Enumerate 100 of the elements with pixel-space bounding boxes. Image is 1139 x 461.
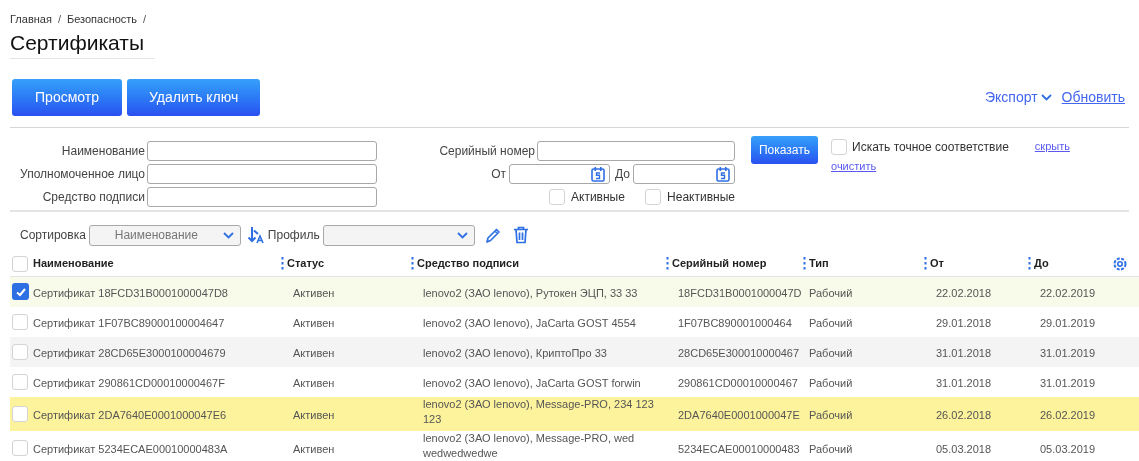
show-button[interactable]: Показать — [751, 135, 818, 164]
table-cell-text: Активен — [293, 407, 335, 423]
breadcrumb-link[interactable]: Главная — [10, 11, 52, 28]
table-cell-text: 18FCD31B0001000047D — [678, 285, 802, 301]
input-field[interactable] — [537, 140, 735, 161]
checkbox[interactable] — [12, 373, 28, 390]
table-cell-text: Активен — [293, 315, 335, 331]
table-cell-text: Сертификат 28CD65E3000100004679 — [33, 345, 226, 361]
action-button[interactable]: Удалить ключ — [127, 78, 261, 116]
page-title: Сертификаты — [10, 29, 155, 59]
checkbox-label: Неактивные — [667, 188, 735, 206]
sort-select[interactable]: Наименование — [88, 224, 241, 246]
checkbox-label: Искать точное соответствие — [852, 138, 1009, 156]
table-cell-text: Рабочий — [809, 441, 853, 457]
table-cell-text: 31.01.2018 — [936, 345, 992, 361]
column-resize-handle[interactable] — [411, 257, 414, 270]
table-cell-text: lenovo2 (ЗАО lenovo), JaCarta GOST 4554 — [423, 315, 637, 331]
checkbox[interactable] — [549, 188, 565, 205]
column-resize-handle[interactable] — [924, 257, 927, 270]
checkbox[interactable] — [12, 343, 28, 360]
refresh-link[interactable]: Обновить — [1061, 86, 1125, 108]
table-cell-text: 1F07BC890001000464 — [678, 315, 792, 331]
settings-icon[interactable] — [1112, 255, 1128, 272]
table-cell-text: 5234ECAE00010000483 — [678, 441, 800, 457]
column-resize-handle[interactable] — [666, 257, 669, 270]
checkbox[interactable] — [12, 405, 28, 422]
column-header[interactable]: Серийный номер — [672, 255, 767, 272]
profile-select[interactable] — [322, 224, 475, 246]
table-cell-text: 05.03.2018 — [936, 441, 992, 457]
table-cell-text: Сертификат 5234ECAE00010000483A — [33, 441, 228, 457]
column-resize-handle[interactable] — [803, 257, 806, 270]
checkbox-label: Активные — [571, 188, 625, 206]
table-cell-text: 31.01.2018 — [936, 375, 992, 391]
date-field[interactable] — [509, 163, 611, 184]
table-cell-text: Сертификат 2DA7640E0001000047E6 — [33, 407, 227, 423]
table-cell-text: lenovo2 (ЗАО lenovo), Message-PRO, 234 123 123 — [423, 397, 655, 427]
caret-icon — [1040, 93, 1052, 101]
table-cell-text: Активен — [293, 375, 335, 391]
clear-link[interactable]: очистить — [831, 157, 1070, 174]
table-cell-text: lenovo2 (ЗАО lenovo), Рутокен ЭЦП, 33 33 — [423, 285, 639, 301]
checkbox[interactable] — [12, 283, 29, 300]
table-cell-text: 26.02.2018 — [936, 407, 992, 423]
calendar-icon[interactable] — [591, 166, 606, 182]
column-header[interactable]: Статус — [287, 255, 325, 272]
input-field[interactable] — [147, 163, 377, 184]
input-field[interactable] — [147, 186, 377, 207]
column-header[interactable]: До — [1034, 255, 1049, 272]
table-cell-text: Рабочий — [809, 407, 853, 423]
checkbox[interactable] — [12, 255, 28, 272]
table-cell-text: 290861CD00010000467 — [678, 375, 798, 391]
table-row[interactable]: Сертификат 28CD65E3000100004679 Активен lenovo2 (ЗАО lenovo), КриптоПро 33 28CD65E300010000467 Рабочий 31.01.2018 31.01.2019 — [10, 336, 1139, 367]
action-button[interactable]: Просмотр — [12, 78, 122, 116]
table-cell-text: Рабочий — [809, 375, 853, 391]
table-cell-text: 29.01.2019 — [1040, 315, 1096, 331]
table-cell-text: lenovo2 (ЗАО lenovo), КриптоПро 33 — [423, 345, 608, 361]
table-cell-text: Сертификат 290861CD00010000467F — [33, 375, 225, 391]
calendar-icon[interactable] — [716, 166, 730, 182]
table-row[interactable]: Сертификат 2DA7640E0001000047E6 Активен lenovo2 (ЗАО lenovo), Message-PRO, 234 123 123 2DA7640E0001000047E Рабочий 26.02.2018 26.02.2019 — [10, 396, 1139, 431]
profile-label: Профиль — [267, 227, 320, 244]
table-cell-text: 31.01.2019 — [1040, 345, 1096, 361]
input-field[interactable] — [147, 140, 377, 161]
field-label: Наименование — [61, 142, 145, 160]
breadcrumb-link[interactable]: Безопасность — [66, 11, 138, 28]
table-cell-text: 05.03.2019 — [1040, 441, 1096, 457]
delete-icon[interactable] — [512, 226, 529, 244]
table-cell-text: Сертификат 18FCD31B0001000047D8 — [33, 285, 228, 301]
edit-icon[interactable] — [484, 226, 501, 244]
hide-link[interactable]: скрыть — [1034, 138, 1070, 155]
column-header[interactable]: Наименование — [33, 255, 114, 272]
checkbox[interactable] — [831, 138, 847, 155]
field-label: Средство подписи — [42, 188, 145, 206]
breadcrumb-separator: / — [143, 12, 147, 27]
date-field[interactable] — [633, 163, 735, 184]
caret-icon — [222, 231, 234, 239]
checkbox[interactable] — [12, 439, 28, 456]
table-cell-text: 28CD65E300010000467 — [678, 345, 800, 361]
column-resize-handle[interactable] — [1028, 257, 1031, 270]
field-label: От — [491, 165, 507, 183]
checkbox[interactable] — [12, 313, 28, 330]
column-header[interactable]: От — [930, 255, 944, 272]
table-cell-text: 29.01.2018 — [936, 315, 992, 331]
table-row[interactable]: Сертификат 18FCD31B0001000047D8 Активен lenovo2 (ЗАО lenovo), Рутокен ЭЦП, 33 33 18FCD31B0001000047D Рабочий 22.02.2018 22.02.2019 — [10, 276, 1139, 307]
table-cell-text: 26.02.2019 — [1040, 407, 1096, 423]
column-header[interactable]: Средство подписи — [417, 255, 519, 272]
checkbox[interactable] — [645, 188, 662, 205]
table-cell-text: lenovo2 (ЗАО lenovo), Message-PRO, wed wedwedwedwe — [423, 431, 636, 461]
table-cell-text: Активен — [293, 285, 335, 301]
column-resize-handle[interactable] — [281, 257, 284, 270]
table-cell-text: Активен — [293, 345, 335, 361]
table-cell-text: Рабочий — [809, 345, 853, 361]
table-cell-text: Сертификат 1F07BC89000100004647 — [33, 315, 225, 331]
breadcrumb-separator: / — [57, 12, 61, 27]
export-dropdown[interactable]: Экспорт — [985, 86, 1052, 108]
sort-direction-icon[interactable] — [246, 226, 265, 244]
column-header[interactable]: Тип — [809, 255, 829, 272]
table-cell-text: Активен — [293, 441, 335, 457]
field-label: Серийный номер — [439, 142, 535, 160]
field-label: Уполномоченное лицо — [20, 165, 145, 183]
field-label: До — [615, 165, 630, 183]
caret-icon — [456, 231, 468, 239]
